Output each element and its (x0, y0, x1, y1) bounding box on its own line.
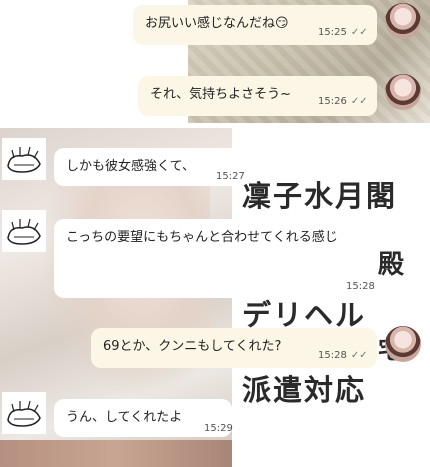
read-receipt-icon: ✓✓ (350, 27, 368, 38)
message-text: しかも彼女感強くて、 (66, 159, 195, 174)
message-timestamp: 15:28 ✓✓ (318, 350, 368, 361)
read-receipt-icon: ✓✓ (350, 96, 368, 107)
message-timestamp: 15:27 (216, 171, 245, 182)
message-bubble-outgoing[interactable]: お尻いい感じなんだね😏 (133, 5, 377, 45)
contact-avatar[interactable] (2, 392, 46, 434)
message-timestamp: 15:25 ✓✓ (318, 27, 368, 38)
message-bubble-outgoing[interactable]: 69とか、クンニもしてくれた? (91, 328, 377, 368)
sketch-avatar-icon (2, 138, 46, 180)
poster-text-line4: 派遣対応 (242, 373, 367, 407)
sketch-avatar-icon (2, 210, 46, 252)
message-text: それ、気持ちよさそう~ (150, 87, 292, 102)
sketch-avatar-icon (2, 392, 46, 434)
read-receipt-icon: ✓✓ (350, 350, 368, 361)
user-avatar[interactable] (385, 326, 421, 362)
poster-text-line2: 殿 (378, 250, 407, 280)
message-timestamp: 15:29 (204, 423, 233, 434)
message-bubble-incoming[interactable]: こっちの要望にもちゃんと合わせてくれる感じ (54, 219, 376, 298)
message-text: 69とか、クンニもしてくれた? (103, 339, 282, 354)
message-text: こっちの要望にもちゃんと合わせてくれる感じ (66, 230, 338, 245)
contact-avatar[interactable] (2, 138, 46, 180)
message-text: お尻いい感じなんだね😏 (145, 16, 289, 31)
poster-text-line1: 凜子水月閣 (242, 179, 398, 213)
user-avatar[interactable] (385, 74, 421, 110)
message-timestamp: 15:28 (346, 281, 375, 292)
background-photo-bottom (0, 440, 232, 467)
contact-avatar[interactable] (2, 210, 46, 252)
message-text: うん、してくれたよ (66, 410, 183, 425)
user-avatar[interactable] (385, 3, 421, 39)
message-timestamp: 15:26 ✓✓ (318, 96, 368, 107)
